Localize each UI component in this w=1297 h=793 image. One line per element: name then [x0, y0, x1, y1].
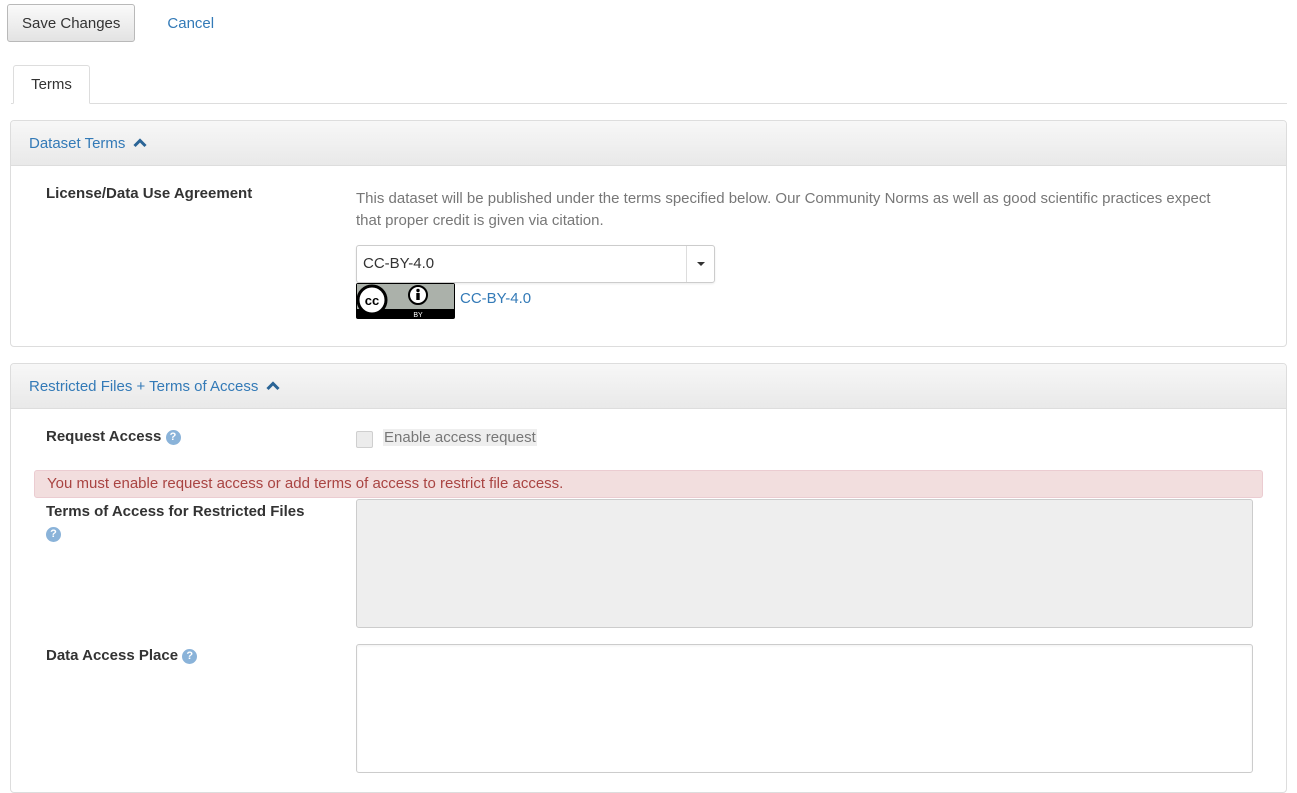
terms-of-access-text: Terms of Access for Restricted Files	[46, 503, 305, 520]
license-label: License/Data Use Agreement	[46, 185, 253, 202]
data-access-place-textarea[interactable]	[356, 644, 1253, 773]
enable-access-checkbox[interactable]	[356, 431, 373, 448]
dataset-terms-panel: Dataset Terms License/Data Use Agreement…	[10, 120, 1287, 347]
attribution-icon	[408, 285, 428, 305]
restricted-files-title: Restricted Files + Terms of Access	[29, 377, 259, 395]
tab-bar: Terms	[11, 65, 1287, 104]
badge-by-text: BY	[413, 312, 423, 319]
help-icon[interactable]: ?	[46, 527, 61, 542]
enable-access-label[interactable]: Enable access request	[383, 429, 537, 446]
save-changes-button[interactable]: Save Changes	[7, 4, 136, 42]
dataset-terms-title: Dataset Terms	[29, 134, 126, 152]
terms-of-access-label: Terms of Access for Restricted Files ?	[46, 501, 336, 545]
help-icon[interactable]: ?	[182, 649, 198, 664]
cc-by-badge: cc BY	[356, 283, 455, 319]
chevron-up-icon	[266, 381, 280, 391]
license-select-value: CC-BY-4.0	[363, 255, 435, 272]
restricted-files-header[interactable]: Restricted Files + Terms of Access	[11, 364, 1286, 409]
cc-by-badge-graphic: cc BY	[356, 284, 454, 319]
dataset-terms-header[interactable]: Dataset Terms	[11, 121, 1286, 166]
toolbar: Save Changes Cancel	[7, 4, 214, 42]
cancel-link[interactable]: Cancel	[167, 15, 214, 32]
restricted-files-body: Request Access ? Enable access request Y…	[11, 409, 1286, 792]
tab-terms[interactable]: Terms	[13, 65, 90, 104]
data-access-place-text: Data Access Place	[46, 647, 179, 664]
chevron-up-icon	[133, 138, 147, 148]
request-access-label: Request Access ?	[46, 428, 181, 445]
data-access-place-label: Data Access Place ?	[46, 647, 198, 664]
help-icon[interactable]: ?	[165, 430, 181, 445]
chevron-down-icon[interactable]	[686, 246, 714, 282]
dataset-terms-body: License/Data Use Agreement This dataset …	[11, 166, 1286, 346]
license-link[interactable]: CC-BY-4.0	[460, 290, 531, 307]
license-select[interactable]: CC-BY-4.0	[356, 245, 715, 283]
cc-icon: cc	[356, 284, 388, 316]
request-access-text: Request Access	[46, 428, 162, 445]
terms-of-access-textarea	[356, 499, 1253, 628]
error-alert: You must enable request access or add te…	[34, 470, 1263, 498]
svg-text:cc: cc	[365, 293, 379, 308]
restricted-files-panel: Restricted Files + Terms of Access Reque…	[10, 363, 1287, 793]
license-description: This dataset will be published under the…	[356, 190, 1211, 229]
